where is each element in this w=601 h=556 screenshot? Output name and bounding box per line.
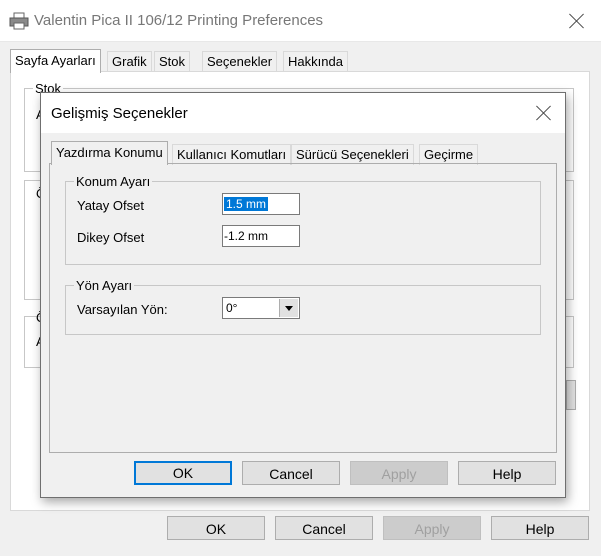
hidden-button-edge — [566, 380, 576, 410]
dialog-title: Gelişmiş Seçenekler — [51, 105, 188, 122]
vertical-offset-input[interactable]: -1.2 mm — [222, 225, 300, 247]
tab-hakkinda[interactable]: Hakkında — [283, 51, 348, 72]
main-window-title: Valentin Pica II 106/12 Printing Prefere… — [34, 12, 324, 29]
default-orientation-select[interactable]: 0° — [222, 297, 300, 319]
group-position-title: Konum Ayarı — [74, 174, 153, 189]
close-icon[interactable] — [568, 12, 586, 30]
cancel-button[interactable]: Cancel — [275, 516, 373, 540]
horizontal-offset-input[interactable]: 1.5 mm — [222, 193, 300, 215]
advanced-options-dialog: Gelişmiş Seçenekler Yazdırma Konumu Kull… — [40, 92, 566, 498]
tab-stok[interactable]: Stok — [154, 51, 191, 72]
vertical-offset-label: Dikey Ofset — [77, 230, 145, 245]
tab-yazdirma-konumu[interactable]: Yazdırma Konumu — [51, 141, 168, 165]
default-orientation-value: 0° — [226, 301, 238, 315]
apply-button[interactable]: Apply — [383, 516, 481, 540]
tab-sayfa-ayarlari[interactable]: Sayfa Ayarları — [10, 49, 101, 73]
chevron-down-icon[interactable] — [279, 299, 298, 317]
dialog-titlebar: Gelişmiş Seçenekler — [41, 93, 565, 133]
tab-kullanici-komutlari[interactable]: Kullanıcı Komutları — [172, 144, 292, 165]
default-orientation-label: Varsayılan Yön: — [77, 302, 168, 317]
dialog-ok-button[interactable]: OK — [134, 461, 232, 485]
help-button[interactable]: Help — [491, 516, 589, 540]
tab-grafik[interactable]: Grafik — [107, 51, 152, 72]
horizontal-offset-label: Yatay Ofset — [77, 198, 144, 213]
dialog-help-button[interactable]: Help — [458, 461, 556, 485]
close-icon[interactable] — [535, 104, 553, 122]
tab-surucu-secenekleri[interactable]: Sürücü Seçenekleri — [291, 144, 414, 165]
tab-secenekler[interactable]: Seçenekler — [202, 51, 278, 72]
main-window-titlebar: Valentin Pica II 106/12 Printing Prefere… — [0, 0, 601, 42]
group-orientation-title: Yön Ayarı — [74, 278, 135, 293]
dialog-cancel-button[interactable]: Cancel — [242, 461, 340, 485]
tab-gecirme[interactable]: Geçirme — [419, 144, 479, 165]
dialog-apply-button[interactable]: Apply — [350, 461, 448, 485]
group-position: Konum Ayarı — [65, 174, 541, 265]
ok-button[interactable]: OK — [167, 516, 265, 540]
printer-icon — [9, 12, 29, 30]
